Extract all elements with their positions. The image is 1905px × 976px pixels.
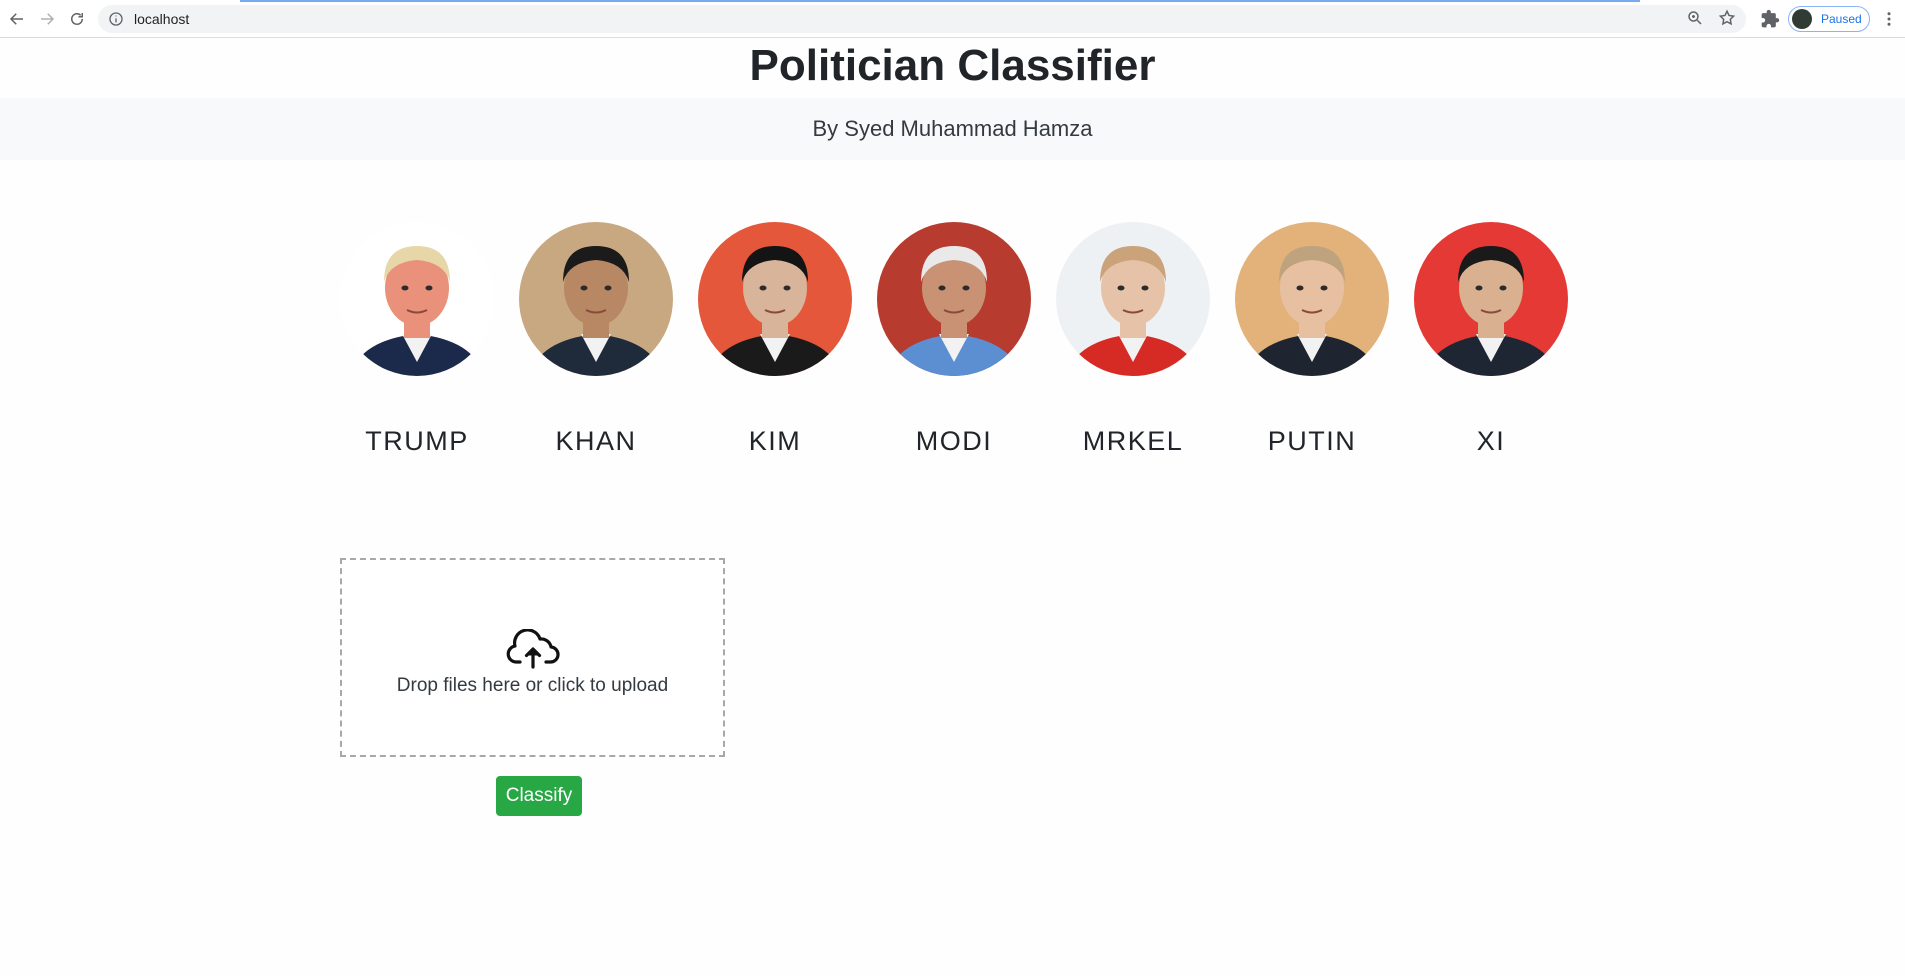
politician-card: PUTIN [1235,222,1389,457]
cloud-upload-icon [506,628,560,669]
forward-icon[interactable] [32,4,62,34]
politician-photo [698,222,852,376]
politician-name: MODI [915,426,993,456]
site-info-icon[interactable] [108,11,124,27]
profile-status: Paused [1821,12,1862,26]
politician-card: TRUMP [340,222,494,457]
page-title: Politician Classifier [749,41,1156,90]
politician-name: KIM [748,426,802,456]
politician-photo [1414,222,1568,376]
upload-dropzone[interactable]: Drop files here or click to upload [340,558,725,757]
page-load-progress [240,0,1640,2]
politician-photo [519,222,673,376]
profile-button[interactable]: Paused [1788,6,1870,32]
reload-icon[interactable] [62,4,92,34]
menu-icon[interactable] [1880,9,1898,29]
politician-name: KHAN [555,426,637,456]
politician-card: MODI [877,222,1031,457]
politician-card: KHAN [519,222,673,457]
politician-name: XI [1476,426,1506,456]
politician-photo [877,222,1031,376]
classify-button[interactable]: Classify [496,776,582,816]
star-icon[interactable] [1718,9,1736,27]
politician-card: KIM [698,222,852,457]
address-url[interactable]: localhost [134,11,189,27]
politician-photo [1056,222,1210,376]
upload-prompt: Drop files here or click to upload [396,674,669,696]
politician-card: XI [1414,222,1568,457]
subtitle-band: By Syed Muhammad Hamza [0,98,1905,160]
browser-toolbar: localhost Paused [0,0,1905,38]
politician-gallery: TRUMP KHAN KIM MODI MRKEL PUTIN XI [340,222,1570,462]
politician-photo [1235,222,1389,376]
politician-name: PUTIN [1267,426,1357,456]
back-icon[interactable] [2,4,32,34]
zoom-icon[interactable] [1686,9,1704,27]
politician-card: MRKEL [1056,222,1210,457]
politician-photo [340,222,494,376]
politician-name: MRKEL [1082,426,1184,456]
extensions-icon[interactable] [1760,9,1780,29]
avatar [1792,9,1812,29]
address-bar[interactable]: localhost [98,5,1746,33]
politician-name: TRUMP [365,426,469,456]
page-subtitle: By Syed Muhammad Hamza [812,116,1093,141]
